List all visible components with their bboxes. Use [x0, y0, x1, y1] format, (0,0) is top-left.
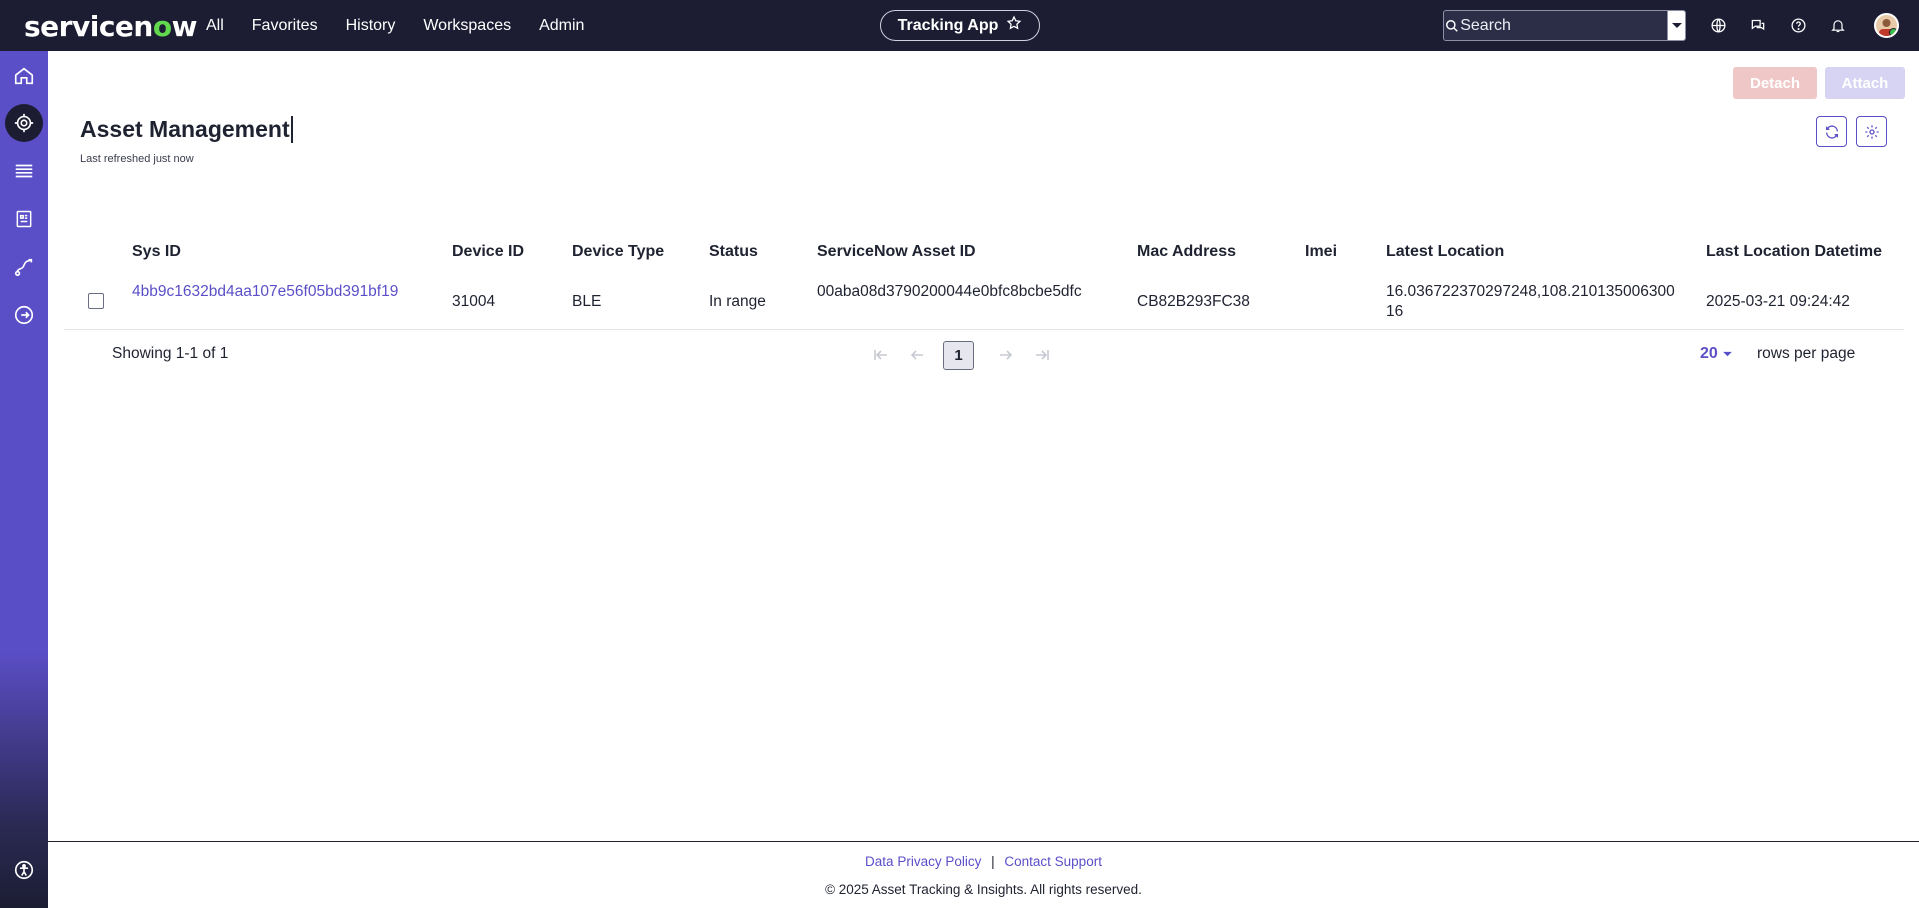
column-header-device-type[interactable]: Device Type [572, 230, 664, 274]
globe-icon[interactable] [1708, 16, 1728, 36]
last-location-datetime-cell: 2025-03-21 09:24:42 [1706, 293, 1850, 310]
arrow-left-icon [910, 350, 923, 360]
list-icon [15, 164, 33, 178]
main-menu: All Favorites History Workspaces Admin [206, 0, 584, 51]
home-icon [14, 67, 34, 85]
arrow-right-icon [1000, 350, 1013, 360]
rows-per-page-select[interactable]: 20 [1700, 345, 1733, 363]
column-header-mac-address[interactable]: Mac Address [1137, 230, 1236, 274]
showing-count: Showing 1-1 of 1 [112, 345, 229, 362]
sidebar-logout[interactable] [0, 295, 48, 335]
radar-icon [14, 113, 34, 133]
sidebar-route[interactable] [0, 247, 48, 287]
footer-links: Data Privacy Policy | Contact Support [48, 854, 1919, 869]
column-header-last-location-datetime[interactable]: Last Location Datetime [1706, 230, 1882, 274]
top-navigation-bar: servicenow All Favorites History Workspa… [0, 0, 1919, 51]
sidebar-active-indicator [5, 104, 43, 142]
nav-all[interactable]: All [206, 17, 224, 35]
refresh-icon [1825, 124, 1838, 139]
column-header-device-id[interactable]: Device ID [452, 230, 524, 274]
accessibility-icon [14, 860, 34, 880]
route-icon [14, 258, 33, 277]
header-actions [1708, 0, 1848, 51]
nav-favorites[interactable]: Favorites [252, 17, 318, 35]
column-header-imei[interactable]: Imei [1305, 230, 1337, 274]
detach-button[interactable]: Detach [1733, 67, 1817, 99]
contact-support-link[interactable]: Contact Support [1004, 854, 1102, 869]
first-page-icon [874, 350, 887, 360]
pagination-bar: Showing 1-1 of 1 1 20 rows per page [64, 331, 1904, 379]
app-scope-pill[interactable]: Tracking App [880, 10, 1040, 41]
column-header-sys-id[interactable]: Sys ID [132, 230, 181, 274]
column-header-latest-location[interactable]: Latest Location [1386, 230, 1504, 274]
sidebar-asset-tracking[interactable] [0, 103, 48, 143]
sys-id-link[interactable]: 4bb9c1632bd4aa107e56f05bd391bf19 [132, 282, 402, 302]
left-sidebar [0, 51, 48, 908]
data-privacy-link[interactable]: Data Privacy Policy [865, 854, 981, 869]
logout-icon [14, 305, 34, 325]
servicenow-logo[interactable]: servicenow [24, 10, 197, 43]
asset-id-cell: 00aba08d3790200044e0bfc8bcbe5dfc [817, 283, 1082, 300]
page-title: Asset Management [80, 116, 293, 143]
nav-workspaces[interactable]: Workspaces [423, 17, 511, 35]
table-row: 4bb9c1632bd4aa107e56f05bd391bf19 31004 B… [64, 274, 1904, 330]
sidebar-accessibility[interactable] [0, 850, 48, 890]
dashboard-icon [16, 210, 32, 228]
star-icon[interactable] [1006, 15, 1022, 36]
search-input[interactable] [1460, 11, 1668, 40]
mac-address-cell: CB82B293FC38 [1137, 293, 1250, 310]
current-page-indicator[interactable]: 1 [943, 341, 974, 370]
search-icon [1444, 11, 1460, 40]
footer-separator: | [991, 854, 995, 869]
settings-button[interactable] [1856, 116, 1887, 147]
gear-icon [1864, 124, 1879, 139]
column-header-status[interactable]: Status [709, 230, 758, 274]
last-page-icon [1036, 350, 1049, 360]
page-footer: Data Privacy Policy | Contact Support © … [48, 841, 1919, 908]
chevron-down-icon [1722, 351, 1732, 356]
user-avatar[interactable] [1874, 13, 1899, 38]
first-page-button[interactable] [870, 344, 892, 366]
rows-per-page-value: 20 [1700, 345, 1718, 362]
online-status-indicator [1889, 28, 1897, 36]
previous-page-button[interactable] [906, 344, 928, 366]
app-scope-label: Tracking App [897, 16, 999, 34]
sidebar-list[interactable] [0, 151, 48, 191]
next-page-button[interactable] [995, 344, 1017, 366]
row-checkbox[interactable] [88, 293, 104, 309]
table-header: Sys ID Device ID Device Type Status Serv… [64, 230, 1904, 274]
status-cell: In range [709, 293, 766, 310]
chevron-down-icon [1671, 22, 1682, 28]
device-type-cell: BLE [572, 293, 602, 310]
copyright-text: © 2025 Asset Tracking & Insights. All ri… [825, 882, 1142, 897]
chat-icon[interactable] [1748, 16, 1768, 36]
search-scope-dropdown[interactable] [1667, 11, 1685, 40]
bell-icon[interactable] [1828, 16, 1848, 36]
refresh-button[interactable] [1816, 116, 1847, 147]
main-content: Detach Attach Asset Management Last refr… [48, 51, 1919, 841]
latest-location-cell: 16.036722370297248,108.21013500630016 [1386, 283, 1675, 320]
attach-button[interactable]: Attach [1825, 67, 1905, 99]
nav-admin[interactable]: Admin [539, 17, 584, 35]
help-icon[interactable] [1788, 16, 1808, 36]
rows-per-page-label: rows per page [1757, 345, 1856, 362]
last-refreshed-text: Last refreshed just now [80, 153, 194, 165]
column-header-asset-id[interactable]: ServiceNow Asset ID [817, 230, 976, 274]
sidebar-dashboard[interactable] [0, 199, 48, 239]
last-page-button[interactable] [1031, 344, 1053, 366]
sidebar-home[interactable] [0, 56, 48, 96]
nav-history[interactable]: History [346, 17, 396, 35]
global-search [1443, 10, 1686, 41]
device-id-cell: 31004 [452, 293, 496, 310]
